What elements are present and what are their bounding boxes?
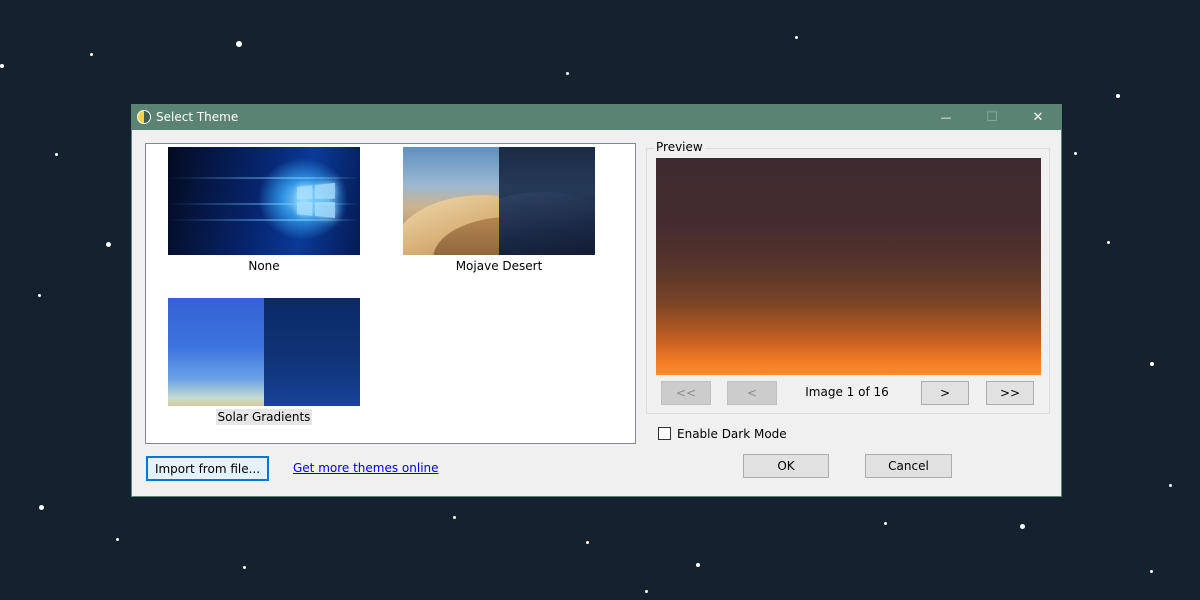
- last-image-button[interactable]: >>: [986, 381, 1034, 405]
- star: [1150, 570, 1153, 573]
- mojave-night-half: [499, 147, 595, 255]
- theme-item-mojave-desert[interactable]: Mojave Desert: [403, 147, 595, 277]
- image-counter: Image 1 of 16: [805, 385, 889, 399]
- dark-mode-checkbox[interactable]: [658, 427, 671, 440]
- star: [566, 72, 569, 75]
- preview-legend: Preview: [654, 140, 705, 154]
- solar-day-half: [168, 298, 264, 406]
- star: [1150, 362, 1154, 366]
- close-button[interactable]: ✕: [1015, 105, 1061, 130]
- star: [55, 153, 58, 156]
- light-beam: [168, 219, 360, 221]
- star: [1020, 524, 1025, 529]
- star: [243, 566, 246, 569]
- star: [884, 522, 887, 525]
- light-beam: [168, 177, 360, 179]
- star: [0, 64, 4, 68]
- star: [106, 242, 111, 247]
- windows-logo-icon: [297, 182, 338, 220]
- star: [586, 541, 589, 544]
- theme-label: None: [248, 259, 280, 273]
- star: [90, 53, 93, 56]
- close-icon: ✕: [1032, 110, 1044, 125]
- theme-item-none[interactable]: None: [168, 147, 360, 277]
- theme-thumbnail-mojave-desert[interactable]: [403, 147, 595, 255]
- theme-label-selected: Solar Gradients: [215, 409, 313, 425]
- app-icon: [137, 110, 151, 124]
- first-image-button[interactable]: <<: [661, 381, 711, 405]
- star: [453, 516, 456, 519]
- mojave-day-half: [403, 147, 543, 255]
- minimize-icon: —: [940, 111, 952, 124]
- theme-item-solar-gradients[interactable]: Solar Gradients: [168, 298, 360, 428]
- solar-night-half: [264, 298, 360, 406]
- preview-image: [656, 158, 1041, 375]
- star: [645, 590, 648, 593]
- star: [236, 41, 242, 47]
- next-image-button[interactable]: >: [921, 381, 969, 405]
- ok-button[interactable]: OK: [743, 454, 829, 478]
- theme-thumbnail-solar-gradients[interactable]: [168, 298, 360, 406]
- previous-image-button[interactable]: <: [727, 381, 777, 405]
- star: [696, 563, 700, 567]
- star: [795, 36, 798, 39]
- dark-mode-label[interactable]: Enable Dark Mode: [677, 427, 787, 441]
- star: [1169, 484, 1172, 487]
- import-from-file-button[interactable]: Import from file...: [146, 456, 269, 481]
- star: [38, 294, 41, 297]
- title-bar[interactable]: Select Theme — ☐ ✕: [132, 105, 1061, 130]
- star: [1074, 152, 1077, 155]
- star: [116, 538, 119, 541]
- minimize-button[interactable]: —: [923, 105, 969, 130]
- select-theme-dialog: Select Theme — ☐ ✕ None Mojave Desert So…: [131, 104, 1062, 497]
- theme-list[interactable]: None Mojave Desert Solar Gradients: [145, 143, 636, 444]
- theme-label: Mojave Desert: [455, 259, 543, 273]
- star: [1107, 241, 1110, 244]
- cancel-button[interactable]: Cancel: [865, 454, 952, 478]
- window-title: Select Theme: [156, 110, 239, 124]
- theme-thumbnail-none[interactable]: [168, 147, 360, 255]
- star: [1116, 94, 1120, 98]
- maximize-button: ☐: [969, 105, 1015, 130]
- maximize-icon: ☐: [986, 110, 998, 125]
- star: [39, 505, 44, 510]
- get-more-themes-link[interactable]: Get more themes online: [293, 461, 439, 475]
